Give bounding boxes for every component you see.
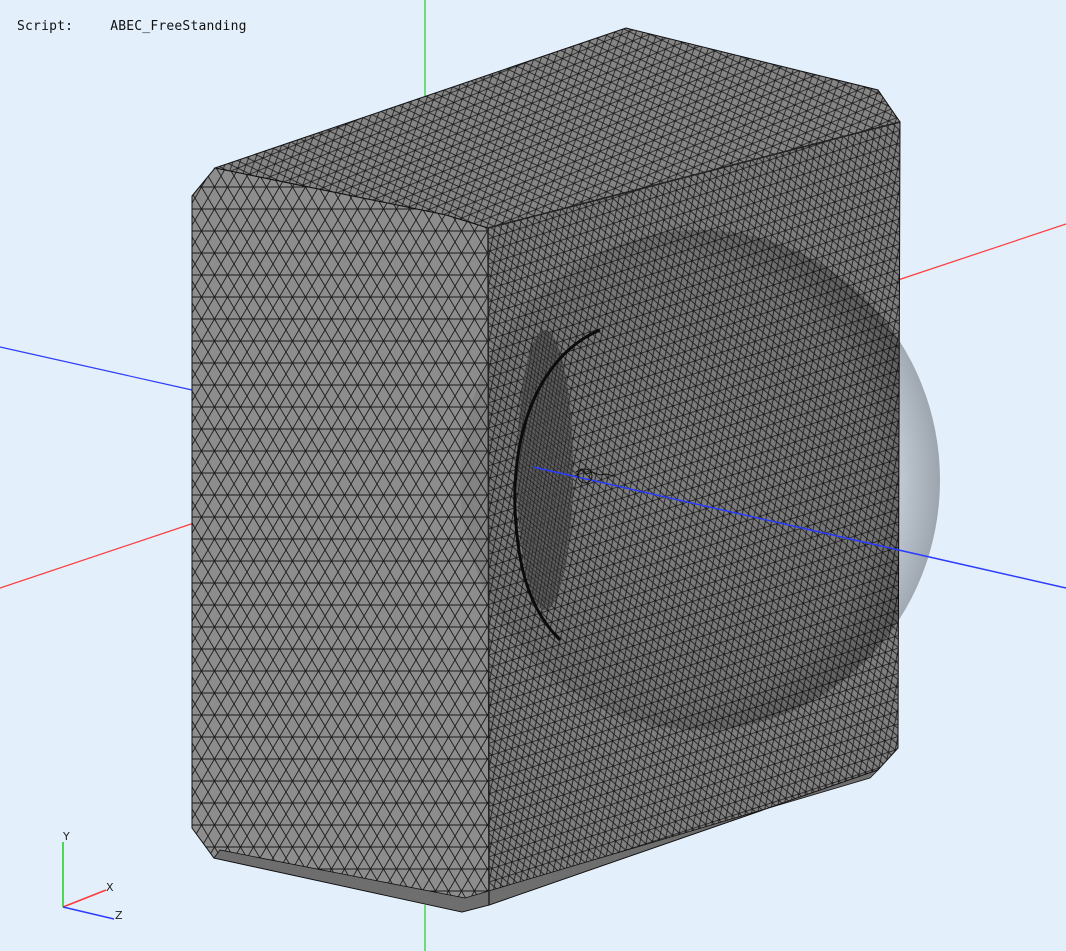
triad-y-label: Y	[62, 830, 70, 843]
horn-shading	[460, 230, 940, 730]
mesh-left-face	[191, 167, 490, 913]
triad-z-line	[62, 906, 115, 920]
mesh-edge-front-left	[487, 227, 490, 906]
triad-x-label: X	[106, 881, 114, 894]
x-axis-line-right	[897, 223, 1066, 281]
triad-x-line	[62, 889, 107, 908]
x-axis-line-left	[0, 520, 201, 589]
axes-triad: Y X Z	[62, 830, 123, 922]
mesh-model[interactable]	[191, 27, 940, 913]
triad-z-label: Z	[115, 909, 123, 922]
3d-viewport[interactable]: Y X Z	[0, 0, 1066, 951]
z-axis-line-left	[0, 346, 193, 391]
